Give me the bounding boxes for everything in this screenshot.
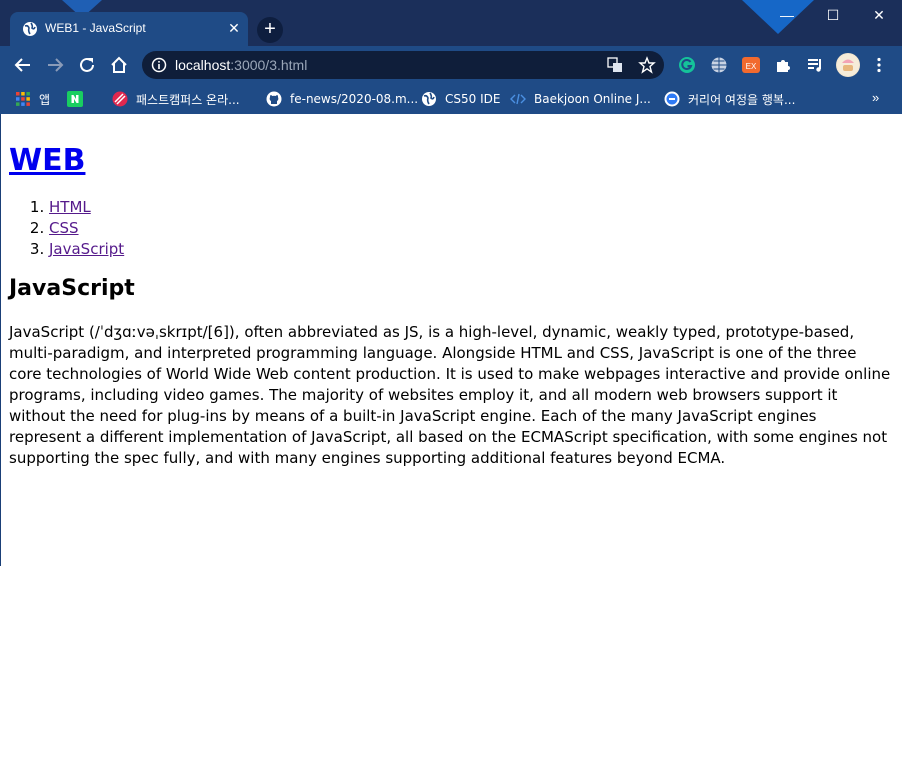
media-queue-icon[interactable] [806,56,824,74]
bookmark-label: 앱 [39,92,51,107]
bookmark-label: 패스트캠퍼스 온라... [136,92,240,107]
fastcampus-icon [112,91,128,107]
url-path: :3000/3.html [230,57,308,73]
nav-list-item: HTML [49,197,893,218]
bookmark-cs50-ide[interactable]: CS50 IDE [421,89,500,109]
tab-title: WEB1 - JavaScript [45,21,146,35]
bookmark-label: fe-news/2020-08.m... [290,92,419,106]
grammarly-icon[interactable] [678,56,696,74]
nav-list-item: CSS [49,218,893,239]
section-title: JavaScript [9,276,135,301]
ex-extension-icon[interactable]: EX [742,56,760,74]
browser-toolbar: localhost:3000/3.html EX [0,46,902,84]
bookmark-label: 커리어 여정을 행복... [688,92,796,107]
minimize-button[interactable]: — [764,0,810,30]
url-text: localhost:3000/3.html [175,57,307,73]
page-content: WEB HTML CSS JavaScript JavaScript JavaS… [9,114,893,469]
naver-icon [67,91,83,107]
career-icon [664,91,680,107]
home-icon[interactable] [108,54,130,76]
bookmark-label: Baekjoon Online J... [534,92,651,106]
window-edge [0,114,1,566]
web-home-link[interactable]: WEB [9,143,85,178]
bookmark-naver[interactable] [67,89,91,109]
translate-icon[interactable] [607,57,623,73]
bookmark-fastcampus[interactable]: 패스트캠퍼스 온라... [112,89,240,109]
bookmark-label: CS50 IDE [445,92,501,106]
bookmark-fe-news[interactable]: fe-news/2020-08.m... [266,89,418,109]
maximize-button[interactable]: ☐ [810,0,856,30]
profile-avatar[interactable] [836,53,860,77]
browser-window: WEB1 - JavaScript ✕ + — ☐ ✕ localhost:30… [0,0,902,771]
bookmarks-bar: 앱 패스트캠퍼스 온라... fe-news/2020-08.m... CS50… [0,84,902,114]
globe-extension-icon[interactable] [710,56,728,74]
reload-icon[interactable] [76,54,98,76]
address-bar[interactable]: localhost:3000/3.html [142,51,664,79]
globe-icon [422,92,436,106]
bookmark-apps[interactable]: 앱 [15,89,50,109]
url-host: localhost [175,57,231,73]
forward-arrow-icon[interactable] [44,54,66,76]
back-arrow-icon[interactable] [12,54,34,76]
title-bar: WEB1 - JavaScript ✕ + — ☐ ✕ [0,0,902,46]
new-tab-button[interactable]: + [257,17,283,43]
code-icon [510,93,526,105]
nav-link-html[interactable]: HTML [49,198,91,216]
extensions-puzzle-icon[interactable] [774,56,792,74]
nav-list-item: JavaScript [49,239,893,260]
tab-close-icon[interactable]: ✕ [226,21,242,37]
page-title: WEB [9,140,893,182]
github-icon [266,91,282,107]
info-icon[interactable] [151,57,167,73]
menu-kebab-icon[interactable] [870,56,888,74]
article-body: JavaScript (/ˈdʒɑːvəˌskrɪpt/[6]), often … [9,323,891,467]
svg-text:EX: EX [746,62,757,71]
apps-grid-icon [16,92,30,106]
bookmark-star-icon[interactable] [638,56,656,74]
bookmark-career[interactable]: 커리어 여정을 행복... [664,89,795,109]
nav-link-javascript[interactable]: JavaScript [49,240,124,258]
tab-web1-javascript[interactable]: WEB1 - JavaScript ✕ [10,12,248,46]
nav-list: HTML CSS JavaScript [9,197,893,260]
nav-link-css[interactable]: CSS [49,219,79,237]
bookmarks-overflow-button[interactable]: » [872,90,879,105]
bookmark-baekjoon[interactable]: Baekjoon Online J... [510,89,651,109]
profile-avatar-icon [837,54,859,76]
globe-icon [23,22,37,36]
close-window-button[interactable]: ✕ [856,0,902,30]
